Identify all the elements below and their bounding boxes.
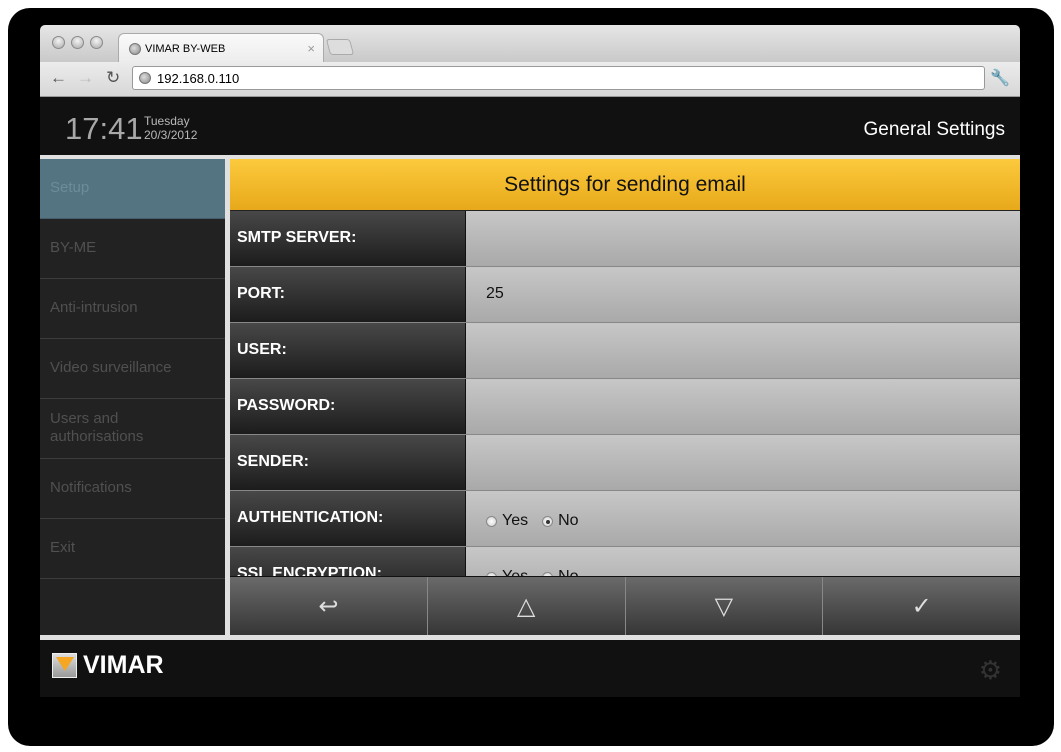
page-title: General Settings	[863, 119, 1005, 140]
sidebar-item-exit[interactable]: Exit	[40, 519, 225, 579]
ssl-yes-radio[interactable]: Yes	[486, 568, 528, 576]
settings-list[interactable]: SMTP SERVER: PORT: 25 USER: PASSWORD: SEN…	[230, 211, 1020, 576]
confirm-button[interactable]: ✓	[823, 577, 1020, 635]
user-row: USER:	[230, 323, 1020, 379]
date: 20/3/2012	[144, 128, 198, 142]
app-footer: VIMAR ⚙	[40, 640, 1020, 697]
smtp-server-row: SMTP SERVER:	[230, 211, 1020, 267]
sidebar-item-setup[interactable]: Setup	[40, 159, 225, 219]
close-tab-icon[interactable]: ×	[307, 41, 315, 56]
browser-window: VIMAR BY-WEB × ← → ↻ 192.168.0.110 🔧 17:4…	[40, 25, 1020, 697]
browser-toolbar: ← → ↻ 192.168.0.110 🔧	[40, 62, 1020, 97]
tab-bar: VIMAR BY-WEB ×	[40, 25, 1020, 63]
sender-row: SENDER:	[230, 435, 1020, 491]
back-button[interactable]: ↩	[230, 577, 428, 635]
zoom-window-button[interactable]	[90, 36, 103, 49]
reload-icon[interactable]: ↻	[106, 68, 120, 88]
field-label: SMTP SERVER:	[230, 211, 466, 266]
sidebar: Setup BY-ME Anti-intrusion Video surveil…	[40, 159, 225, 635]
action-bar: ↩ △ ▽ ✓	[230, 577, 1020, 635]
tab-title: VIMAR BY-WEB	[145, 42, 226, 55]
scroll-down-button[interactable]: ▽	[625, 577, 824, 635]
port-input[interactable]: 25	[466, 267, 1020, 322]
new-tab-button[interactable]	[325, 39, 355, 55]
ssl-encryption-row: SSL ENCRYPTION: Yes No	[230, 547, 1020, 576]
sidebar-item-notifications[interactable]: Notifications	[40, 459, 225, 519]
globe-icon	[139, 72, 151, 84]
vimar-logo: VIMAR	[52, 651, 164, 680]
url-text: 192.168.0.110	[157, 70, 240, 86]
wrench-icon[interactable]: 🔧	[990, 68, 1010, 88]
globe-icon	[129, 42, 141, 55]
auth-no-radio[interactable]: No	[542, 512, 579, 546]
sender-input[interactable]	[466, 435, 1020, 490]
close-window-button[interactable]	[52, 36, 65, 49]
panel-title: Settings for sending email	[230, 159, 1020, 211]
clock-time: 17:41	[65, 111, 143, 146]
gear-icon[interactable]: ⚙	[979, 655, 1002, 686]
ssl-no-radio[interactable]: No	[542, 568, 579, 576]
sidebar-item-by-me[interactable]: BY-ME	[40, 219, 225, 279]
password-row: PASSWORD:	[230, 379, 1020, 435]
auth-yes-radio[interactable]: Yes	[486, 512, 528, 546]
field-label: SSL ENCRYPTION:	[230, 547, 466, 576]
weekday: Tuesday	[144, 114, 190, 128]
minimize-window-button[interactable]	[71, 36, 84, 49]
field-label: PORT:	[230, 267, 466, 322]
field-label: SENDER:	[230, 435, 466, 490]
scroll-up-button[interactable]: △	[427, 577, 626, 635]
smtp-server-input[interactable]	[466, 211, 1020, 266]
settings-panel: Settings for sending email SMTP SERVER: …	[230, 159, 1020, 635]
sidebar-item-anti-intrusion[interactable]: Anti-intrusion	[40, 279, 225, 339]
sidebar-item-users[interactable]: Users and authorisations	[40, 399, 225, 459]
user-input[interactable]	[466, 323, 1020, 378]
browser-tab[interactable]: VIMAR BY-WEB ×	[118, 33, 324, 63]
field-label: PASSWORD:	[230, 379, 466, 434]
authentication-row: AUTHENTICATION: Yes No	[230, 491, 1020, 547]
forward-arrow-icon[interactable]: →	[77, 68, 94, 88]
sidebar-item-video-surveillance[interactable]: Video surveillance	[40, 339, 225, 399]
port-row: PORT: 25	[230, 267, 1020, 323]
back-arrow-icon[interactable]: ←	[50, 68, 67, 88]
field-label: AUTHENTICATION:	[230, 491, 466, 546]
app-header: 17:41 Tuesday 20/3/2012 General Settings	[40, 98, 1020, 155]
password-input[interactable]	[466, 379, 1020, 434]
vimar-logo-icon	[52, 653, 77, 678]
address-bar[interactable]: 192.168.0.110	[132, 66, 985, 90]
field-label: USER:	[230, 323, 466, 378]
